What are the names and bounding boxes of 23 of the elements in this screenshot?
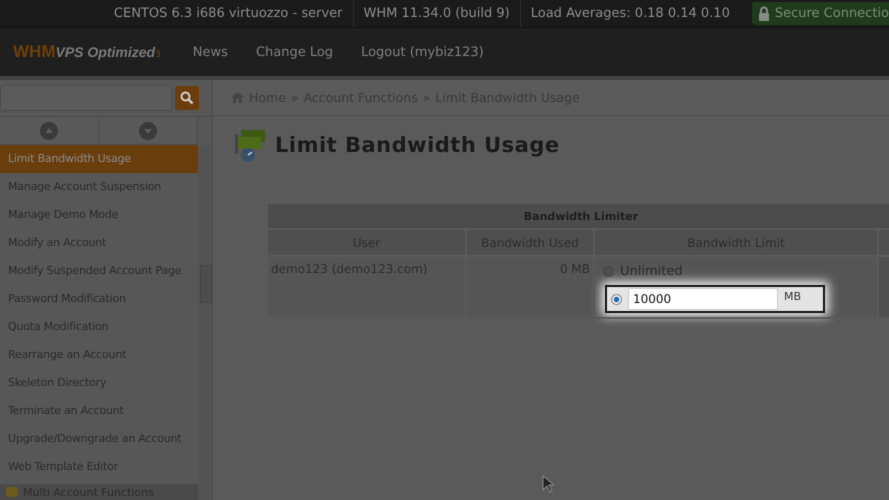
nav-link[interactable]: Logout (mybiz123) [361,44,484,60]
server-info: Load Averages: 0.18 0.14 0.10 [520,0,740,27]
radio-button[interactable] [603,266,614,276]
page-title: Limit Bandwidth Usage [275,133,560,157]
radio-button[interactable] [611,294,622,304]
mouse-cursor-icon [542,475,554,493]
scrollbar[interactable] [198,145,212,500]
lock-icon [758,6,770,21]
nav-link[interactable]: Change Log [256,44,334,60]
folder-icon [6,487,18,497]
secure-connection-badge: Secure Connectio [752,2,889,25]
server-info: WHM 11.34.0 (build 9) [352,0,520,27]
network-card-icon [233,128,267,162]
search-button[interactable] [175,86,199,110]
limit-input-field[interactable]: 10000 [628,288,778,310]
server-info: CENTOS 6.3 i686 virtuozzo - server [112,5,344,23]
sidebar-item[interactable]: Limit Bandwidth Usage [0,145,198,173]
logo[interactable]: WHMVPS Optimized$_{3}$ [13,42,161,62]
nav-link[interactable]: News [192,44,228,60]
breadcrumb-separator: » [422,90,430,105]
unit-label: MB [784,290,802,303]
search-icon [180,91,194,105]
breadcrumb-separator: » [290,90,299,105]
